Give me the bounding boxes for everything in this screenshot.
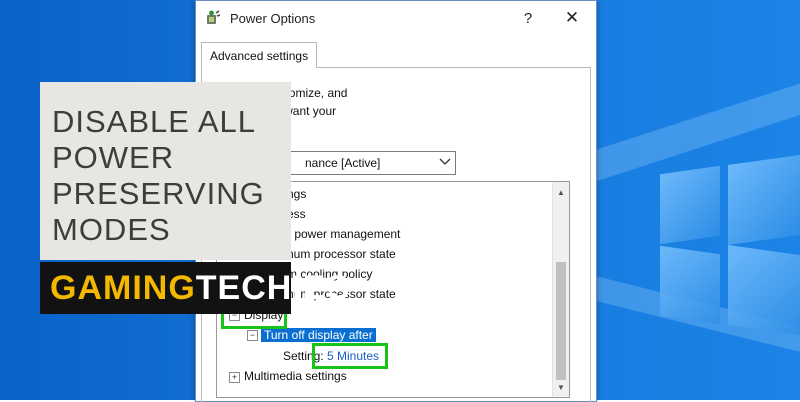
scroll-up-icon[interactable]: ▲ bbox=[553, 184, 569, 200]
overlay-line: PRESERVING bbox=[52, 176, 265, 211]
tree-item-multimedia[interactable]: Multimedia settings bbox=[244, 369, 347, 383]
overlay-line: MODES bbox=[52, 212, 171, 247]
help-button[interactable]: ? bbox=[506, 1, 550, 35]
chevron-down-icon bbox=[439, 155, 451, 165]
windows-logo-pane bbox=[728, 154, 800, 246]
overlay-line: POWER bbox=[52, 140, 175, 175]
window-title: Power Options bbox=[230, 10, 316, 26]
setting-highlight-box bbox=[312, 343, 388, 369]
expand-icon[interactable]: + bbox=[229, 372, 240, 383]
power-options-icon bbox=[204, 9, 222, 27]
tree-item-turn-off-display[interactable]: Turn off display after bbox=[261, 328, 376, 342]
power-plan-value: nance [Active] bbox=[305, 156, 381, 170]
close-button[interactable]: ✕ bbox=[550, 1, 594, 35]
logo-part-techies: TECHIES bbox=[195, 269, 351, 307]
logo-part-gaming: GAMING bbox=[50, 269, 196, 307]
logo-text: GAMINGTECHIES bbox=[50, 269, 350, 308]
tree-scrollbar[interactable]: ▲ ▼ bbox=[552, 182, 569, 397]
windows-logo-pane bbox=[728, 244, 800, 336]
tree-item[interactable]: r power management bbox=[287, 227, 400, 241]
windows-logo-pane bbox=[660, 165, 720, 245]
windows-logo-pane bbox=[660, 245, 720, 325]
title-overlay: DISABLE ALL POWER PRESERVING MODES bbox=[40, 82, 291, 260]
overlay-line: DISABLE ALL bbox=[52, 104, 257, 139]
title-bar[interactable]: Power Options ? ✕ bbox=[196, 1, 596, 35]
scroll-thumb[interactable] bbox=[556, 262, 566, 380]
collapse-icon[interactable]: − bbox=[247, 330, 258, 341]
tab-advanced-settings[interactable]: Advanced settings bbox=[201, 42, 318, 68]
tree-item[interactable]: num processor state bbox=[287, 247, 396, 261]
gamingtechies-logo: GAMINGTECHIES bbox=[40, 262, 349, 314]
scroll-down-icon[interactable]: ▼ bbox=[553, 379, 569, 395]
